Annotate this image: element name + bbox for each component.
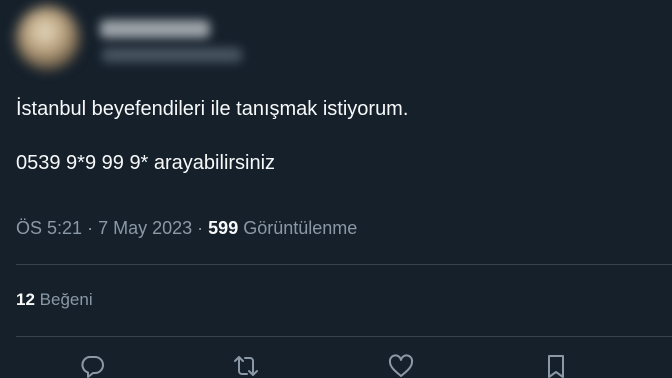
likes-count: 12 <box>16 290 35 309</box>
tweet-time[interactable]: ÖS 5:21 <box>16 218 82 238</box>
divider <box>16 264 672 265</box>
tweet-meta: ÖS 5:21 · 7 May 2023 · 599 Görüntülenme <box>16 217 357 239</box>
reply-button[interactable] <box>78 352 108 378</box>
tweet-text-line-2: 0539 9*9 99 9* arayabilirsiniz <box>16 152 276 174</box>
retweet-icon <box>234 356 258 376</box>
tweet: İstanbul beyefendileri ile tanışmak isti… <box>0 0 672 378</box>
username-blurred[interactable] <box>102 48 242 62</box>
likes-label: Beğeni <box>39 290 93 309</box>
avatar[interactable] <box>16 6 80 70</box>
like-button[interactable] <box>387 352 417 378</box>
retweet-button[interactable] <box>232 352 262 378</box>
heart-icon <box>388 354 414 377</box>
likes-stat[interactable]: 12 Beğeni <box>16 290 93 310</box>
bookmark-button[interactable] <box>542 352 572 378</box>
meta-separator: · <box>87 218 94 238</box>
meta-separator: · <box>197 218 204 238</box>
reply-icon <box>81 356 104 378</box>
tweet-header <box>16 6 276 76</box>
views-count: 599 <box>208 218 239 238</box>
tweet-date[interactable]: 7 May 2023 <box>98 218 192 238</box>
views-label: Görüntülenme <box>243 218 358 238</box>
divider <box>16 336 672 337</box>
tweet-text-line-1: İstanbul beyefendileri ile tanışmak isti… <box>16 98 409 120</box>
display-name-blurred[interactable] <box>100 20 210 38</box>
bookmark-icon <box>548 355 564 378</box>
